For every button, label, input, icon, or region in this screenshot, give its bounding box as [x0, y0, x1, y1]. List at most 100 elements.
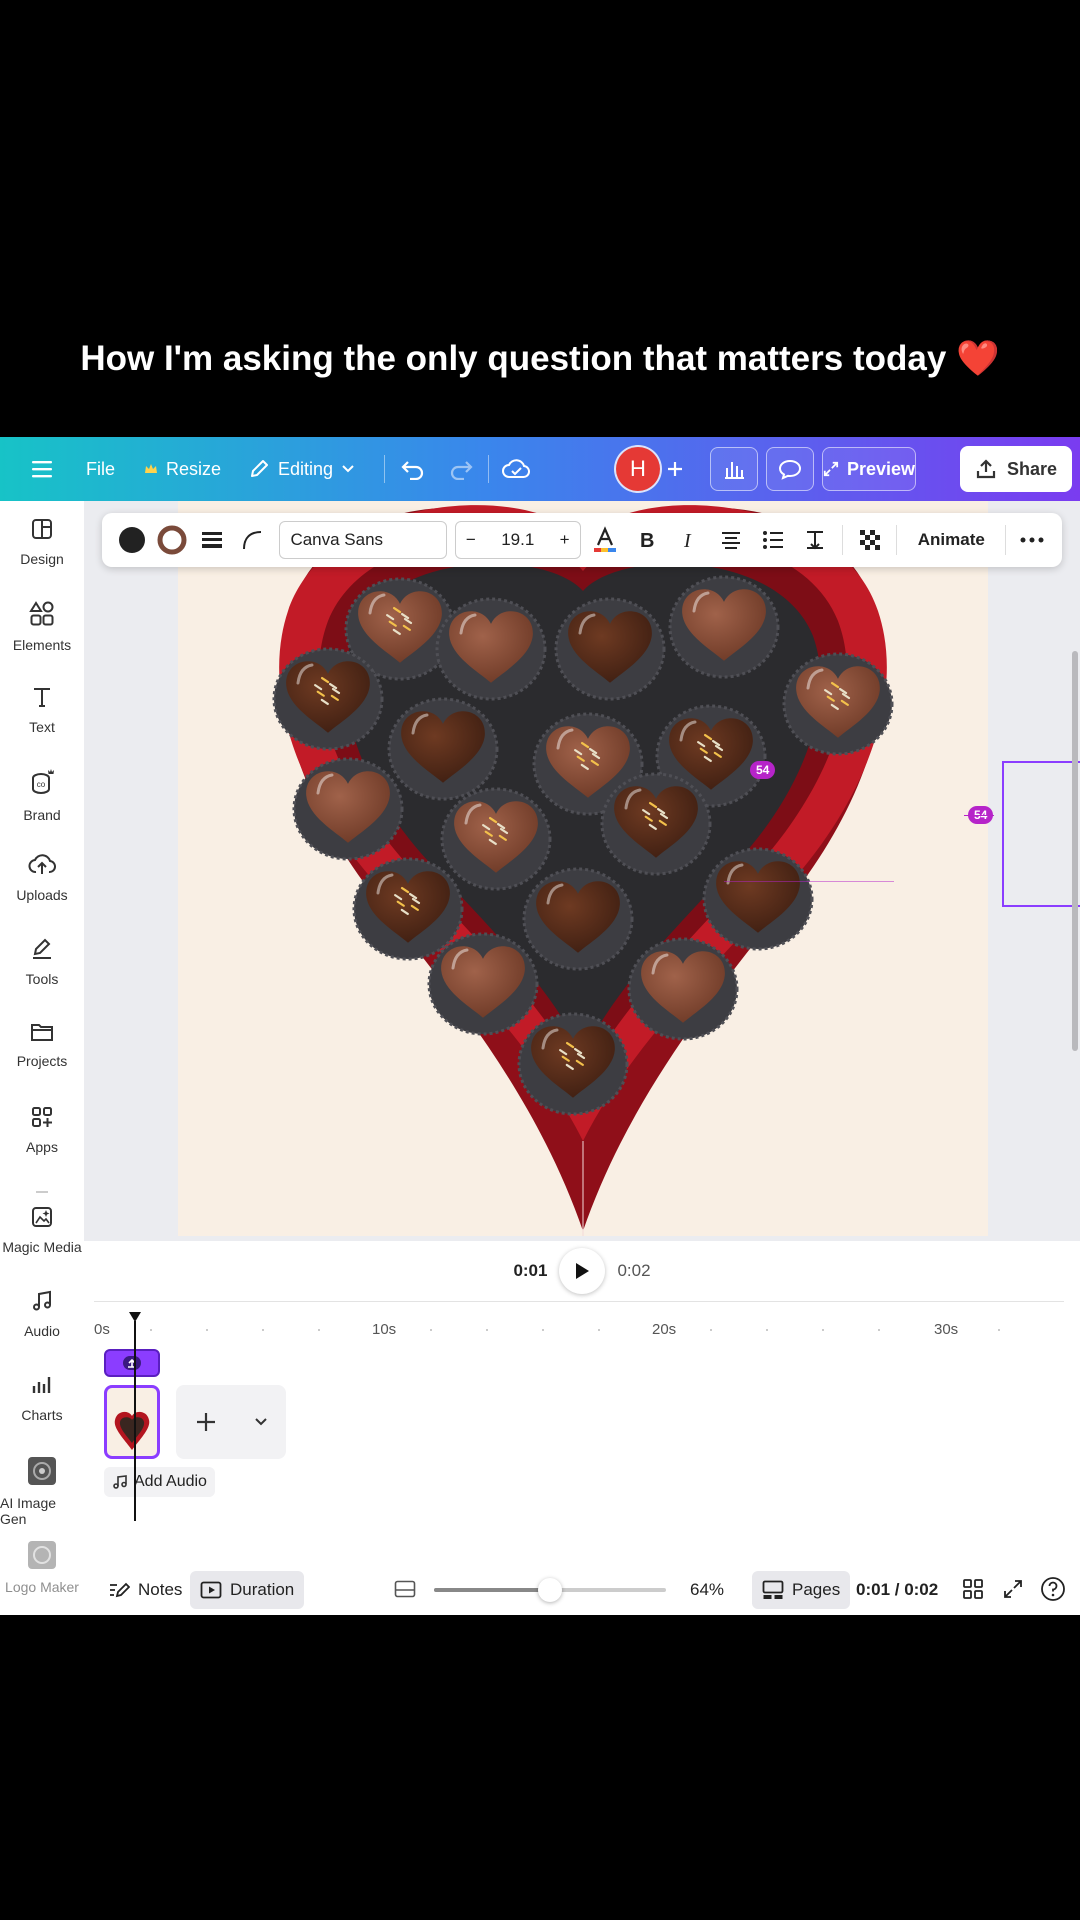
more-dots-icon: [1020, 537, 1044, 543]
grid-view-icon: [963, 1579, 983, 1599]
divider: [841, 525, 843, 555]
font-family-dropdown[interactable]: Canva Sans: [279, 521, 447, 559]
font-size-value[interactable]: 19.1: [501, 530, 534, 550]
pencil-icon: [251, 460, 268, 477]
ruler-tick: [710, 1329, 712, 1331]
italic-button[interactable]: I: [668, 513, 710, 567]
sidebar-item-text[interactable]: Text: [0, 685, 84, 735]
sidebar-item-magic-media[interactable]: Magic Media: [0, 1205, 84, 1255]
spacing-button[interactable]: [794, 513, 836, 567]
redo-button[interactable]: [448, 437, 474, 501]
share-button[interactable]: Share: [960, 446, 1072, 492]
chocolate-box-illustration[interactable]: [178, 501, 988, 1236]
more-options-button[interactable]: [1012, 513, 1052, 567]
font-color-icon: [594, 526, 617, 552]
notes-button[interactable]: Notes: [98, 1571, 192, 1609]
editing-label: Editing: [278, 458, 334, 479]
outline-color-button[interactable]: [152, 513, 192, 567]
preview-button[interactable]: Preview: [822, 447, 916, 491]
redo-icon: [450, 461, 473, 480]
chevron-down-icon[interactable]: [254, 1417, 268, 1427]
selected-text-box[interactable]: [1002, 761, 1080, 907]
text-spacing-icon: [806, 531, 823, 550]
border-style-button[interactable]: [192, 513, 232, 567]
cloud-check-icon: [502, 459, 530, 478]
sidebar-item-label: Logo Maker: [5, 1579, 79, 1595]
zoom-slider[interactable]: [434, 1578, 666, 1602]
zoom-level[interactable]: 64%: [690, 1580, 724, 1600]
sidebar-item-uploads[interactable]: Uploads: [0, 853, 84, 903]
design-page[interactable]: [178, 501, 988, 1236]
editing-mode-dropdown[interactable]: Editing: [248, 437, 355, 501]
text-color-a-button[interactable]: [585, 513, 627, 567]
sidebar-item-design[interactable]: Design: [0, 517, 84, 567]
left-sidebar: Design Elements Text co Brand Uploads To…: [0, 501, 84, 1615]
sidebar-item-apps[interactable]: Apps: [0, 1105, 84, 1155]
list-button[interactable]: [752, 513, 794, 567]
sidebar-divider: [36, 1191, 48, 1193]
play-button[interactable]: [559, 1248, 606, 1294]
menu-button[interactable]: [30, 437, 54, 501]
decrease-size-button[interactable]: −: [466, 530, 476, 550]
vertical-scrollbar[interactable]: [1072, 651, 1078, 1051]
zoom-slider-knob[interactable]: [538, 1578, 562, 1602]
text-icon: [34, 688, 50, 707]
upload-arrow-icon: [123, 1356, 141, 1370]
upload-share-icon: [976, 459, 996, 479]
grid-view-button[interactable]: [962, 1578, 984, 1605]
music-note-icon: [33, 1290, 51, 1311]
insights-button[interactable]: [710, 447, 758, 491]
resize-button[interactable]: Resize: [144, 437, 221, 501]
text-color-button[interactable]: [112, 513, 152, 567]
undo-button[interactable]: [400, 437, 426, 501]
sidebar-item-charts[interactable]: Charts: [0, 1373, 84, 1423]
sidebar-item-brand[interactable]: co Brand: [0, 769, 84, 823]
page-view-toggle[interactable]: [394, 1579, 416, 1604]
notes-pen-icon: [110, 1582, 130, 1598]
pages-button[interactable]: Pages: [752, 1571, 851, 1609]
magic-media-icon: [32, 1207, 52, 1227]
transition-clip-badge[interactable]: [104, 1349, 160, 1377]
sidebar-item-tools[interactable]: Tools: [0, 937, 84, 987]
playhead-line[interactable]: [134, 1321, 136, 1521]
bar-chart-icon: [725, 462, 744, 479]
font-size-stepper[interactable]: − 19.1 +: [454, 521, 581, 559]
duration-label: Duration: [230, 1580, 295, 1599]
sidebar-item-logo-maker[interactable]: Logo Maker: [0, 1541, 84, 1595]
thumbnail-heart-image: [114, 1411, 150, 1450]
sidebar-item-audio[interactable]: Audio: [0, 1289, 84, 1339]
sidebar-item-ai-image-gen[interactable]: AI Image Gen: [0, 1457, 84, 1527]
sidebar-item-label: Design: [20, 551, 64, 567]
canvas-area[interactable]: 54 54: [84, 501, 1080, 1241]
ruler-tick: [998, 1329, 1000, 1331]
top-bar: File Resize Editing H Preview Share: [0, 437, 1080, 501]
sidebar-item-projects[interactable]: Projects: [0, 1021, 84, 1069]
playback-controls: 0:01 0:02: [84, 1241, 1080, 1301]
file-menu[interactable]: File: [86, 437, 115, 501]
sidebar-item-label: Tools: [25, 971, 59, 987]
chevron-down-icon: [342, 465, 354, 473]
ruler-label: 20s: [652, 1321, 677, 1338]
increase-size-button[interactable]: +: [560, 530, 570, 550]
duration-button[interactable]: Duration: [190, 1571, 305, 1609]
comment-icon: [778, 459, 802, 480]
plus-icon[interactable]: [195, 1411, 217, 1433]
bold-button[interactable]: B: [626, 513, 668, 567]
invite-button[interactable]: [666, 437, 684, 501]
ruler-tick: [150, 1329, 152, 1331]
comments-button[interactable]: [766, 447, 814, 491]
curve-button[interactable]: [232, 513, 272, 567]
sidebar-item-elements[interactable]: Elements: [0, 601, 84, 653]
divider: [384, 455, 385, 483]
align-center-button[interactable]: [710, 513, 752, 567]
time-ruler[interactable]: 0s 10s 20s 30s: [84, 1301, 1080, 1341]
transparency-button[interactable]: [849, 513, 891, 567]
fullscreen-button[interactable]: [1002, 1578, 1024, 1605]
user-avatar[interactable]: H: [616, 447, 660, 491]
save-status-button[interactable]: [502, 437, 530, 501]
animate-button[interactable]: Animate: [903, 513, 999, 567]
add-audio-button[interactable]: Add Audio: [104, 1467, 215, 1497]
page-thumbnail[interactable]: [104, 1385, 160, 1459]
help-button[interactable]: [1040, 1576, 1066, 1607]
sidebar-item-label: Charts: [21, 1407, 63, 1423]
